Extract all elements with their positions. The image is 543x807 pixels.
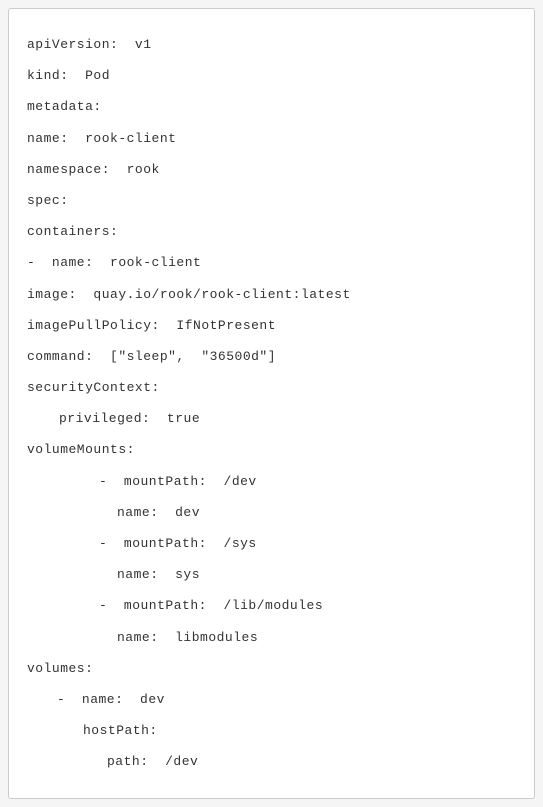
yaml-line-kind: kind: Pod — [27, 60, 516, 91]
yaml-line-mount2-name: name: sys — [27, 559, 516, 590]
yaml-line-namespace: namespace: rook — [27, 154, 516, 185]
yaml-line-securitycontext: securityContext: — [27, 372, 516, 403]
yaml-line-command: command: [″sleep″, ″36500d″] — [27, 341, 516, 372]
yaml-line-mount1-name: name: dev — [27, 497, 516, 528]
yaml-line-mount3-name: name: libmodules — [27, 622, 516, 653]
yaml-line-apiversion: apiVersion: v1 — [27, 29, 516, 60]
yaml-line-metadata: metadata: — [27, 91, 516, 122]
yaml-line-image: image: quay.io/rook/rook-client:latest — [27, 279, 516, 310]
yaml-line-mount3-path: - mountPath: /lib/modules — [27, 590, 516, 621]
yaml-line-mount1-path: - mountPath: /dev — [27, 466, 516, 497]
yaml-line-vol1-hostpath: hostPath: — [27, 715, 516, 746]
yaml-line-spec: spec: — [27, 185, 516, 216]
yaml-code-block: apiVersion: v1 kind: Pod metadata: name:… — [8, 8, 535, 799]
yaml-line-volumemounts: volumeMounts: — [27, 434, 516, 465]
yaml-line-privileged: privileged: true — [27, 403, 516, 434]
yaml-line-imagepullpolicy: imagePullPolicy: IfNotPresent — [27, 310, 516, 341]
yaml-line-container-name: - name: rook-client — [27, 247, 516, 278]
yaml-line-volumes: volumes: — [27, 653, 516, 684]
yaml-line-containers: containers: — [27, 216, 516, 247]
yaml-line-name: name: rook-client — [27, 123, 516, 154]
yaml-line-vol1-name: - name: dev — [27, 684, 516, 715]
yaml-line-vol1-path: path: /dev — [27, 746, 516, 777]
yaml-line-mount2-path: - mountPath: /sys — [27, 528, 516, 559]
